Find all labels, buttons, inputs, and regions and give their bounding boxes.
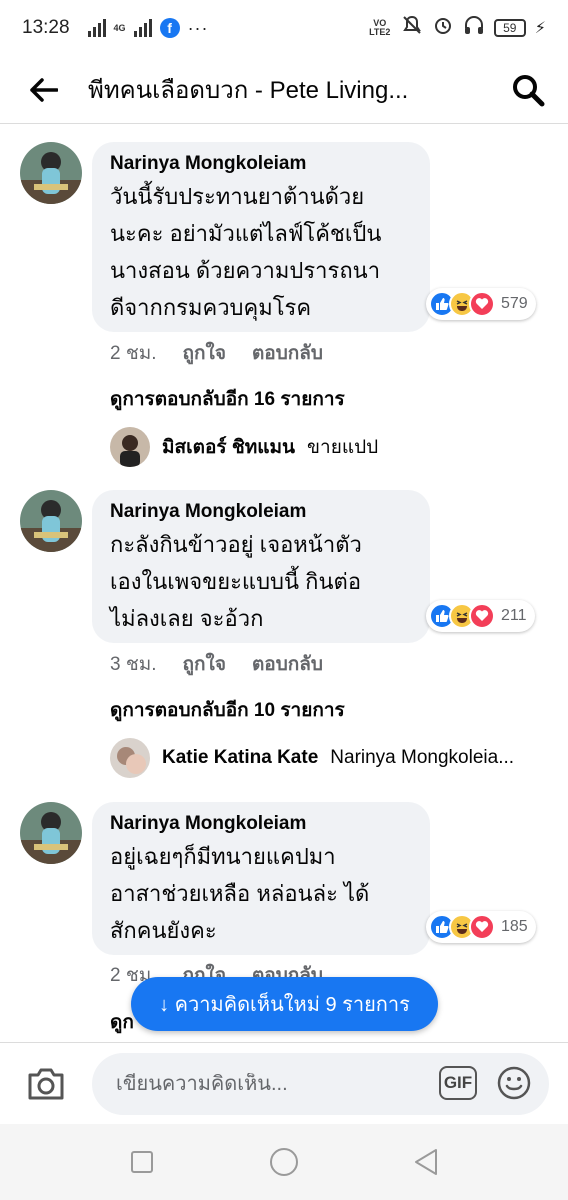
- love-reaction-icon: [469, 914, 495, 940]
- square-icon: [131, 1151, 153, 1173]
- comment-input-box[interactable]: GIF: [92, 1053, 549, 1115]
- search-button[interactable]: [488, 56, 568, 124]
- comment-text: กะลังกินข้าวอยู่ เจอหน้าตัว เองในเพจขยะแ…: [110, 532, 362, 631]
- reaction-count: 579: [501, 295, 528, 312]
- charging-icon: ⚡: [534, 20, 546, 37]
- comment-bubble[interactable]: Narinya Mongkoleiam วันนี้รับประทานยาต้า…: [92, 142, 430, 332]
- like-button[interactable]: ถูกใจ: [183, 649, 226, 679]
- comment-composer: GIF: [0, 1042, 568, 1124]
- like-button[interactable]: ถูกใจ: [183, 338, 226, 368]
- comment-author[interactable]: Narinya Mongkoleiam: [110, 152, 412, 176]
- triangle-back-icon: [415, 1149, 437, 1175]
- view-more-replies[interactable]: ดูก: [110, 1007, 134, 1037]
- avatar[interactable]: [20, 802, 82, 864]
- battery-icon: 59: [493, 19, 526, 37]
- comment-time: 2 ชม.: [110, 343, 157, 364]
- system-nav-bar: [0, 1124, 568, 1200]
- love-reaction-icon: [469, 603, 495, 629]
- camera-button[interactable]: [0, 1043, 92, 1125]
- view-more-replies[interactable]: ดูการตอบกลับอีก 16 รายการ: [110, 384, 345, 414]
- comment-text: วันนี้รับประทานยาต้านด้วย นะคะ อย่ามัวแต…: [110, 184, 382, 320]
- reply-author[interactable]: Katie Katina Kate: [162, 747, 318, 769]
- reaction-count: 211: [501, 607, 527, 624]
- comment-input[interactable]: [116, 1072, 416, 1096]
- reaction-summary[interactable]: 579: [426, 288, 536, 320]
- gif-button[interactable]: GIF: [439, 1066, 477, 1100]
- view-more-replies[interactable]: ดูการตอบกลับอีก 10 รายการ: [110, 695, 345, 725]
- status-bar: 13:28 4G f ··· VO LTE2 59 ⚡: [0, 0, 568, 56]
- signal-icon-2: [133, 19, 152, 37]
- comment-bubble[interactable]: Narinya Mongkoleiam กะลังกินข้าวอยู่ เจอ…: [92, 490, 430, 643]
- status-time: 13:28: [22, 17, 70, 38]
- signal-icon: [87, 19, 106, 37]
- emoji-button[interactable]: [496, 1065, 532, 1106]
- reaction-summary[interactable]: 211: [426, 600, 535, 632]
- recents-button[interactable]: [71, 1124, 213, 1200]
- search-icon: [513, 74, 545, 106]
- page-header: พีทคนเลือดบวก - Pete Living...: [0, 56, 568, 124]
- reply-button[interactable]: ตอบกลับ: [252, 338, 323, 368]
- reply-preview[interactable]: Katie Katina Kate Narinya Mongkoleia...: [110, 738, 514, 778]
- home-button[interactable]: [213, 1124, 355, 1200]
- back-arrow-icon: [30, 77, 58, 102]
- comment-time: 3 ชม.: [110, 654, 157, 675]
- more-notifications-icon: ···: [187, 17, 209, 38]
- reaction-count: 185: [501, 918, 528, 935]
- back-button[interactable]: [0, 56, 88, 124]
- volte-label: VO LTE2: [369, 18, 391, 37]
- reply-author[interactable]: มิสเตอร์ ชิทแมน: [162, 432, 295, 462]
- circle-icon: [270, 1148, 298, 1176]
- comment-actions: 2 ชม. ถูกใจ ตอบกลับ: [110, 338, 323, 368]
- avatar[interactable]: [20, 490, 82, 552]
- comment-bubble[interactable]: Narinya Mongkoleiam อยู่เฉยๆก็มีทนายแคปม…: [92, 802, 430, 955]
- page-title: พีทคนเลือดบวก - Pete Living...: [88, 77, 409, 104]
- reply-preview[interactable]: มิสเตอร์ ชิทแมน ขายแปป: [110, 427, 378, 467]
- comment-text: อยู่เฉยๆก็มีทนายแคปมา อาสาช่วยเหลือ หล่อ…: [110, 844, 370, 943]
- emoji-icon: [497, 1066, 531, 1100]
- reaction-summary[interactable]: 185: [426, 911, 536, 943]
- comment-author[interactable]: Narinya Mongkoleiam: [110, 500, 412, 524]
- headphones-icon: [463, 14, 485, 42]
- comment-author[interactable]: Narinya Mongkoleiam: [110, 812, 412, 836]
- love-reaction-icon: [469, 291, 495, 317]
- facebook-notification-icon: f: [159, 18, 180, 38]
- reply-text: Narinya Mongkoleia...: [330, 747, 515, 768]
- avatar[interactable]: [20, 142, 82, 204]
- reply-avatar[interactable]: [110, 738, 150, 778]
- back-nav-button[interactable]: [355, 1124, 497, 1200]
- mute-icon: [401, 14, 423, 42]
- reply-button[interactable]: ตอบกลับ: [252, 649, 323, 679]
- new-comments-button[interactable]: ↓ ความคิดเห็นใหม่ 9 รายการ: [131, 977, 438, 1031]
- comment-actions: 3 ชม. ถูกใจ ตอบกลับ: [110, 649, 323, 679]
- camera-icon: [28, 1068, 64, 1099]
- alarm-icon: [432, 14, 454, 42]
- reply-text: ขายแปป: [307, 437, 379, 458]
- network-label: 4G: [113, 22, 126, 33]
- reply-avatar[interactable]: [110, 427, 150, 467]
